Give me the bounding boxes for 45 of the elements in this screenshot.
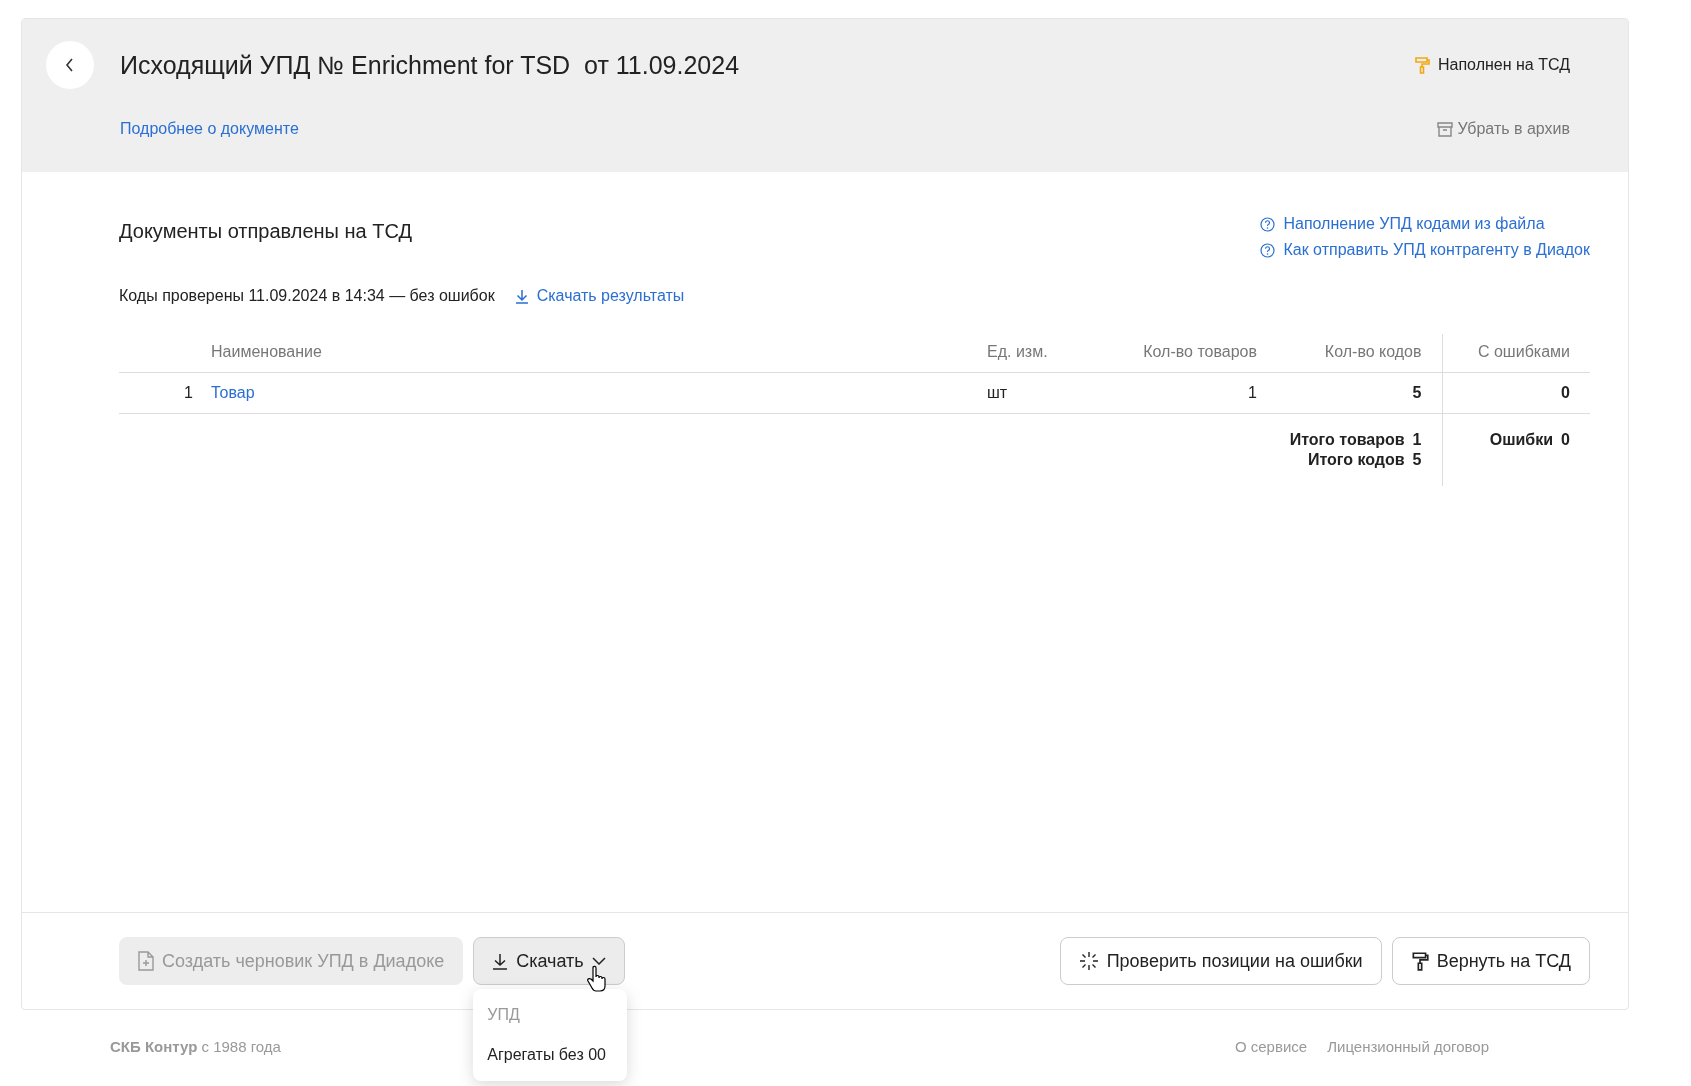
- archive-box-icon: [1437, 121, 1454, 137]
- column-header: Ед. изм.: [987, 343, 1048, 360]
- chevron-left-icon: [65, 58, 75, 72]
- check-status-text: Коды проверены 11.09.2024 в 14:34 — без ошибок: [119, 286, 495, 306]
- total-label: Итого товаров: [1289, 430, 1405, 450]
- product-link[interactable]: Товар: [211, 384, 255, 401]
- total-value: 1: [1412, 430, 1422, 450]
- status-label: Наполнен на ТСД: [1438, 55, 1570, 75]
- column-header: Кол-во кодов: [1324, 343, 1422, 360]
- copyright-text: СКБ Контур с 1988 года: [110, 1037, 281, 1057]
- download-icon: [492, 952, 509, 970]
- check-positions-button[interactable]: Проверить позиции на ошибки: [1059, 937, 1382, 985]
- table-cell: шт: [987, 384, 1008, 401]
- column-header: С ошибками: [1477, 343, 1570, 360]
- section-title: Документы отправлены на ТСД: [119, 219, 412, 244]
- sparkle-icon: [1078, 951, 1099, 971]
- footer-link[interactable]: Лицензионный договор: [1327, 1036, 1489, 1059]
- total-value: 5: [1412, 450, 1422, 470]
- total-label: Итого кодов: [1307, 450, 1405, 470]
- document-plus-icon: [138, 951, 154, 971]
- help-link[interactable]: Наполнение УПД кодами из файла: [1260, 212, 1590, 236]
- paint-roller-icon: [1414, 56, 1430, 74]
- download-icon: [514, 288, 529, 304]
- help-link[interactable]: Как отправить УПД контрагенту в Диадок: [1260, 238, 1590, 262]
- table-cell: 1: [1248, 384, 1257, 401]
- table-cell: 5: [1412, 384, 1422, 401]
- paint-roller-icon: [1410, 951, 1429, 971]
- download-dropdown-button[interactable]: Скачать: [473, 937, 625, 985]
- question-circle-icon: [1260, 216, 1276, 232]
- column-header: Кол-во товаров: [1143, 343, 1257, 360]
- archive-link[interactable]: Убрать в архив: [1437, 117, 1570, 141]
- total-value: 0: [1561, 430, 1570, 450]
- column-header: Наименование: [211, 343, 322, 360]
- row-number: 1: [184, 384, 193, 401]
- details-link[interactable]: Подробнее о документе: [120, 117, 299, 141]
- total-label: Ошибки: [1489, 430, 1554, 450]
- return-to-tsd-button[interactable]: Вернуть на ТСД: [1391, 937, 1590, 985]
- back-button[interactable]: [46, 41, 94, 89]
- table-cell: 0: [1561, 384, 1570, 401]
- document-title: Исходящий УПД № Enrichment for TSD от 11.09.2024: [120, 50, 740, 80]
- chevron-down-icon: [591, 957, 606, 965]
- download-results-link[interactable]: Скачать результаты: [514, 284, 685, 308]
- question-circle-icon: [1260, 242, 1276, 258]
- footer-link[interactable]: О сервисе: [1234, 1036, 1308, 1059]
- menu-item[interactable]: Агрегаты без 00: [473, 1035, 628, 1075]
